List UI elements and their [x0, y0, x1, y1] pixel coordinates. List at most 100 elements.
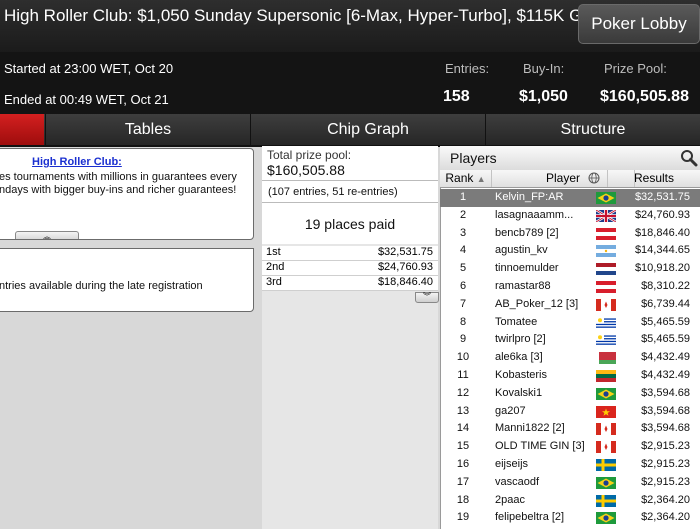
country-flag-icon: [596, 280, 616, 293]
payout-expand-button[interactable]: ︾: [415, 292, 439, 303]
prize-pool-value: $160,505.88: [600, 88, 689, 105]
players-header: Players: [440, 146, 700, 171]
player-result: $14,344.65: [634, 244, 690, 257]
total-prize-value: $160,505.88: [267, 162, 345, 178]
player-row[interactable]: 11 Kobasteris $4,432.49: [440, 367, 700, 385]
player-row[interactable]: 3 bencb789 [2] $18,846.40: [440, 225, 700, 243]
player-result: $10,918.20: [634, 262, 690, 275]
entries-note: (107 entries, 51 re-entries): [268, 186, 398, 198]
player-result: $8,310.22: [641, 279, 690, 292]
rank-column-header[interactable]: Rank ▲: [440, 170, 492, 187]
country-flag-icon: [596, 192, 616, 204]
entries-value: 158: [443, 88, 470, 105]
tab-info[interactable]: [0, 114, 44, 145]
divider: [262, 202, 438, 203]
entries-label: Entries:: [445, 61, 490, 76]
player-row[interactable]: 9 twirlpro [2] $5,465.59: [440, 331, 700, 349]
player-row[interactable]: 16 eijseijs $2,915.23: [440, 456, 700, 474]
player-rank: 2: [459, 208, 467, 221]
globe-icon: [588, 172, 599, 184]
player-name: bencb789 [2]: [495, 226, 559, 239]
payout-row: 3rd $18,846.40: [262, 276, 438, 291]
country-flag-icon: [596, 245, 616, 258]
player-name: felipebeltra [2]: [495, 511, 565, 524]
player-name: ramastar88: [495, 279, 551, 292]
player-rank: 17: [456, 475, 470, 488]
tab-bar: Tables Chip Graph Structure: [0, 114, 700, 147]
player-rank: 18: [456, 493, 470, 506]
player-name: Kovalski1: [495, 386, 543, 399]
country-flag-icon: [596, 423, 616, 436]
player-rank: 1: [459, 191, 467, 203]
players-column-header: Rank ▲ Player Results: [440, 170, 700, 188]
player-name: OLD TIME GIN [3]: [495, 440, 585, 453]
player-result: $4,432.49: [641, 351, 690, 364]
divider: [262, 180, 438, 181]
payout-amount: $32,531.75: [377, 246, 433, 258]
player-rank: 14: [456, 422, 470, 435]
prize-pool-label: Prize Pool:: [604, 61, 667, 76]
player-name: Tomatee: [495, 315, 538, 328]
player-rank: 6: [459, 279, 467, 292]
player-name: Manni1822 [2]: [495, 422, 565, 435]
country-column-header[interactable]: [580, 170, 608, 187]
player-name: AB_Poker_12 [3]: [495, 297, 579, 310]
player-name: Kobasteris: [495, 368, 547, 381]
payout-row: 2nd $24,760.93: [262, 261, 438, 276]
player-name: vascaodf: [495, 475, 540, 488]
country-flag-icon: [596, 458, 616, 471]
tab-tables[interactable]: Tables: [45, 114, 250, 145]
player-result: $24,760.93: [634, 208, 690, 221]
player-row[interactable]: 5 tinnoemulder $10,918.20: [440, 260, 700, 278]
player-result: $2,364.20: [641, 511, 690, 524]
sort-asc-icon: ▲: [476, 174, 486, 184]
player-rank: 13: [456, 404, 470, 417]
tab-structure[interactable]: Structure: [485, 114, 700, 145]
player-row[interactable]: 7 AB_Poker_12 [3] $6,739.44: [440, 296, 700, 314]
player-row[interactable]: 13 ga207 $3,594.68: [440, 403, 700, 421]
player-name: 2paac: [495, 493, 525, 506]
results-column-header[interactable]: Results: [608, 170, 700, 187]
payout-row: 1st $32,531.75: [262, 246, 438, 261]
country-flag-icon: [596, 227, 616, 240]
late-registration-text: ntries available during the late registr…: [0, 280, 203, 292]
chevron-down-icon: ︾: [423, 292, 431, 301]
player-row[interactable]: 1 Kelvin_FP:AR $32,531.75: [440, 189, 700, 207]
buyin-label: Buy-In:: [523, 61, 565, 76]
player-row[interactable]: 10 ale6ka [3] $4,432.49: [440, 349, 700, 367]
player-result: $32,531.75: [634, 191, 690, 203]
player-result: $5,465.59: [641, 315, 690, 328]
player-rank: 10: [456, 351, 470, 364]
player-result: $2,915.23: [641, 440, 690, 453]
prize-summary: Total prize pool: $160,505.88 (107 entri…: [262, 146, 438, 244]
country-flag-icon: [596, 494, 616, 507]
player-row[interactable]: 18 2paac $2,364.20: [440, 492, 700, 510]
player-row[interactable]: 2 lasagnaaamm... $24,760.93: [440, 207, 700, 225]
player-row[interactable]: 4 agustin_kv $14,344.65: [440, 242, 700, 260]
player-rank: 9: [459, 333, 467, 346]
poker-lobby-button[interactable]: Poker Lobby: [578, 4, 700, 44]
player-row[interactable]: 17 vascaodf $2,915.23: [440, 474, 700, 492]
player-row[interactable]: 15 OLD TIME GIN [3] $2,915.23: [440, 438, 700, 456]
promo-text-line-1: es tournaments with millions in guarante…: [0, 171, 237, 183]
expand-button[interactable]: ︽: [15, 231, 79, 239]
country-flag-icon: [596, 369, 616, 382]
promo-text-line-2: ndays with bigger buy-ins and richer gua…: [0, 184, 237, 196]
player-name: agustin_kv: [495, 244, 548, 257]
player-name: ale6ka [3]: [495, 351, 543, 364]
rank-header-label: Rank: [445, 171, 474, 185]
player-result: $3,594.68: [641, 386, 690, 399]
player-row[interactable]: 12 Kovalski1 $3,594.68: [440, 385, 700, 403]
player-rank: 12: [456, 386, 470, 399]
player-row[interactable]: 14 Manni1822 [2] $3,594.68: [440, 420, 700, 438]
search-icon[interactable]: [680, 149, 698, 167]
player-row[interactable]: 6 ramastar88 $8,310.22: [440, 278, 700, 296]
high-roller-club-link[interactable]: High Roller Club:: [32, 156, 122, 168]
started-time: Started at 23:00 WET, Oct 20: [4, 61, 174, 76]
player-row[interactable]: 8 Tomatee $5,465.59: [440, 314, 700, 332]
player-rank: 11: [457, 368, 469, 381]
tab-chip-graph[interactable]: Chip Graph: [250, 114, 485, 145]
country-flag-icon: [596, 441, 616, 454]
player-row[interactable]: 19 felipebeltra [2] $2,364.20: [440, 509, 700, 527]
country-flag-icon: [596, 476, 616, 489]
